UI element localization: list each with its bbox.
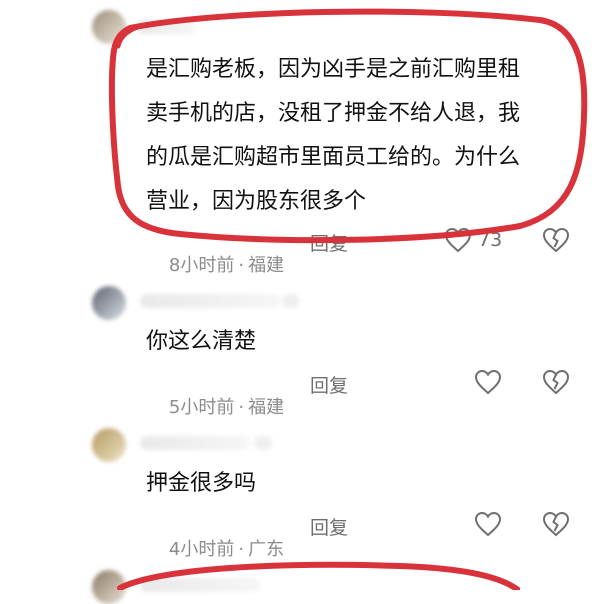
user-badge-blurred bbox=[254, 436, 272, 450]
comment-location: 福建 bbox=[248, 397, 285, 418]
broken-heart-icon bbox=[542, 227, 570, 253]
reply-button[interactable]: 回复 bbox=[310, 229, 348, 256]
dislike-button[interactable] bbox=[542, 511, 570, 541]
avatar[interactable] bbox=[92, 10, 126, 44]
meta-separator: · bbox=[238, 539, 245, 560]
comment-location: 广东 bbox=[248, 539, 285, 560]
comment-time: 8小时前 bbox=[168, 255, 235, 276]
comment-location: 福建 bbox=[248, 255, 285, 276]
comment-text-line: 押金很多吗 bbox=[146, 471, 257, 496]
like-button[interactable]: 73 bbox=[444, 227, 502, 253]
username-blurred[interactable] bbox=[140, 294, 280, 308]
reply-button[interactable]: 回复 bbox=[310, 371, 348, 398]
like-button[interactable] bbox=[474, 369, 502, 395]
comment-text-line: 营业，因为股东很多个 bbox=[146, 189, 367, 214]
comment-time: 5小时前 bbox=[168, 397, 235, 418]
comment-text-line: 你这么清楚 bbox=[146, 329, 257, 354]
avatar[interactable] bbox=[92, 286, 126, 320]
user-badge-blurred bbox=[282, 294, 300, 308]
avatar[interactable] bbox=[92, 428, 126, 462]
comment-meta: 8小时前 · 福建 bbox=[146, 230, 284, 298]
dislike-button[interactable] bbox=[542, 227, 570, 257]
meta-separator: · bbox=[238, 397, 245, 418]
meta-separator: · bbox=[238, 255, 245, 276]
broken-heart-icon bbox=[542, 511, 570, 537]
comment-text-line: 是汇购老板，因为凶手是之前汇购里租 bbox=[146, 57, 521, 82]
dislike-button[interactable] bbox=[542, 369, 570, 399]
comment-text-line: 的瓜是汇购超市里面员工给的。为什么 bbox=[146, 145, 521, 170]
comment-time: 4小时前 bbox=[168, 539, 235, 560]
comment-text-line: 卖手机的店，没租了押金不给人退，我 bbox=[146, 101, 521, 126]
comment-meta: 5小时前 · 福建 bbox=[146, 372, 284, 440]
heart-icon bbox=[474, 369, 502, 395]
comment-meta: 4小时前 · 广东 bbox=[146, 514, 284, 582]
reply-button[interactable]: 回复 bbox=[310, 513, 348, 540]
avatar[interactable] bbox=[92, 570, 126, 604]
username-blurred[interactable] bbox=[136, 20, 196, 34]
like-count: 73 bbox=[478, 229, 503, 251]
broken-heart-icon bbox=[542, 369, 570, 395]
heart-icon bbox=[444, 227, 472, 253]
heart-icon bbox=[474, 511, 502, 537]
like-button[interactable] bbox=[474, 511, 502, 537]
username-blurred[interactable] bbox=[140, 436, 250, 450]
